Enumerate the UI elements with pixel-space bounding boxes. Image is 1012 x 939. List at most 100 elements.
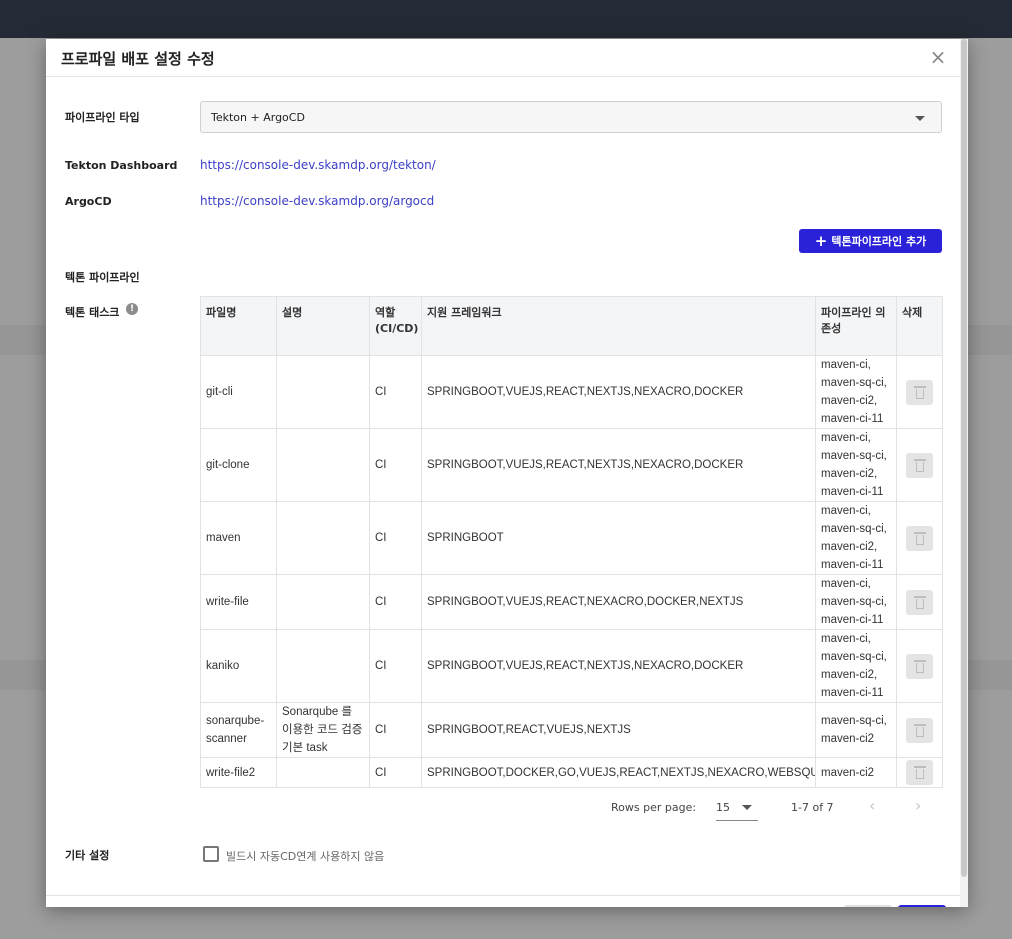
table-row: kaniko CI SPRINGBOOT,VUEJS,REACT,NEXTJS,NE… [200,629,943,703]
add-tekton-pipeline-button[interactable]: + 텍톤파이프라인 추가 [799,229,942,253]
delete-task-button[interactable] [906,379,933,405]
column-header-description: 설명 [276,296,370,356]
info-icon[interactable]: ! [126,303,138,315]
tekton-dashboard-link[interactable]: https://console-dev.skamdp.org/tekton/ [200,158,436,172]
task-delete-cell [896,702,943,758]
trash-icon [913,458,926,472]
task-frameworks: SPRINGBOOT,VUEJS,REACT,NEXTJS,NEXACRO,DO… [421,355,816,429]
table-row: write-file2 CI SPRINGBOOT,DOCKER,GO,VUEJS,… [200,757,943,788]
trash-lid [913,659,926,662]
close-icon[interactable]: × [928,47,948,67]
pipeline-type-label: 파이프라인 타입 [65,111,140,124]
task-description: Sonarqube 를 이용한 코드 검증 기본 task [276,702,370,758]
task-description [276,629,370,703]
trash-lid [913,595,926,598]
auto-cd-checkbox-label: 빌드시 자동CD연계 사용하지 않음 [226,850,385,863]
column-header-frameworks: 지원 프레임워크 [421,296,816,356]
trash-can [915,598,924,609]
delete-task-button[interactable] [906,589,933,615]
trash-can [915,726,924,737]
task-dependencies: maven-ci, maven-sq-ci, maven-ci2, maven-… [815,501,897,575]
task-file-name: git-cli [200,355,277,429]
delete-task-button[interactable] [906,760,933,785]
trash-can [915,769,924,779]
argocd-label: ArgoCD [65,195,112,208]
table-row: maven CI SPRINGBOOT maven-ci, maven-sq-ci, … [200,501,943,575]
table-pagination: Rows per page: 15 1-7 of 7 ‹ › [46,791,968,831]
pipeline-type-value: Tekton + ArgoCD [211,111,305,124]
delete-task-button[interactable] [906,452,933,478]
task-role: CI [369,757,422,788]
save-button[interactable] [898,905,946,907]
trash-icon [913,723,926,737]
task-frameworks: SPRINGBOOT,REACT,VUEJS,NEXTJS [421,702,816,758]
table-row: write-file CI SPRINGBOOT,VUEJS,REACT,NEXAC… [200,574,943,630]
auto-cd-checkbox[interactable] [203,846,219,862]
task-delete-cell [896,574,943,630]
task-dependencies: maven-ci2 [815,757,897,788]
plus-icon: + [814,231,828,250]
task-delete-cell [896,355,943,429]
task-dependencies: maven-ci, maven-sq-ci, maven-ci2, maven-… [815,355,897,429]
trash-icon [913,531,926,545]
cancel-button[interactable] [844,905,892,907]
prev-page-icon[interactable]: ‹ [869,796,875,815]
column-header-role: 역할 (CI/CD) [369,296,422,356]
task-dependencies: maven-sq-ci, maven-ci2 [815,702,897,758]
task-description [276,428,370,502]
dialog-header: 프로파일 배포 설정 수정 × [46,39,968,77]
task-file-name: maven [200,501,277,575]
task-role: CI [369,355,422,429]
task-frameworks: SPRINGBOOT,VUEJS,REACT,NEXTJS,NEXACRO,DO… [421,629,816,703]
dialog-scrollbar[interactable] [960,39,968,907]
task-delete-cell [896,501,943,575]
column-header-delete: 삭제 [896,296,943,356]
trash-lid [913,458,926,461]
trash-can [915,534,924,545]
pipeline-type-select[interactable]: Tekton + ArgoCD [200,101,942,133]
task-role: CI [369,501,422,575]
caret-down-icon [915,116,925,121]
edit-profile-deploy-dialog: 프로파일 배포 설정 수정 × 파이프라인 타입 Tekton + ArgoCD… [46,39,968,907]
next-page-icon[interactable]: › [915,796,921,815]
table-row: git-clone CI SPRINGBOOT,VUEJS,REACT,NEXTJS… [200,428,943,502]
task-dependencies: maven-ci, maven-sq-ci, maven-ci2, maven-… [815,629,897,703]
rows-per-page-select[interactable]: 15 [716,797,758,821]
add-tekton-pipeline-label: 텍톤파이프라인 추가 [831,235,927,248]
delete-task-button[interactable] [906,717,933,743]
delete-task-button[interactable] [906,525,933,551]
task-frameworks: SPRINGBOOT,VUEJS,REACT,NEXTJS,NEXACRO,DO… [421,428,816,502]
task-dependencies: maven-ci, maven-sq-ci, maven-ci2, maven-… [815,428,897,502]
dialog-title: 프로파일 배포 설정 수정 [61,50,215,68]
trash-can [915,662,924,673]
task-frameworks: SPRINGBOOT [421,501,816,575]
task-file-name: write-file2 [200,757,277,788]
task-description [276,355,370,429]
trash-lid [913,723,926,726]
app-topbar [0,0,1012,38]
task-file-name: kaniko [200,629,277,703]
argocd-link[interactable]: https://console-dev.skamdp.org/argocd [200,194,434,208]
column-header-file-name: 파일명 [200,296,277,356]
delete-task-button[interactable] [906,653,933,679]
trash-lid [913,531,926,534]
task-delete-cell [896,428,943,502]
scrollbar-thumb[interactable] [961,39,967,877]
other-settings-label: 기타 설정 [65,849,110,862]
task-role: CI [369,428,422,502]
rows-per-page-label: Rows per page: [611,801,697,814]
table-row: git-cli CI SPRINGBOOT,VUEJS,REACT,NEXTJS,N… [200,355,943,429]
task-description [276,757,370,788]
task-role: CI [369,574,422,630]
task-description [276,501,370,575]
trash-can [915,461,924,472]
trash-icon [913,595,926,609]
table-row: sonarqube-scanner Sonarqube 를 이용한 코드 검증 기… [200,702,943,758]
trash-icon [913,659,926,673]
task-file-name: sonarqube-scanner [200,702,277,758]
tekton-pipeline-label: 텍톤 파이프라인 [65,271,140,284]
rows-per-page-value: 15 [716,801,730,814]
trash-lid [913,766,926,768]
task-dependencies: maven-ci, maven-sq-ci, maven-ci-11 [815,574,897,630]
task-file-name: git-clone [200,428,277,502]
